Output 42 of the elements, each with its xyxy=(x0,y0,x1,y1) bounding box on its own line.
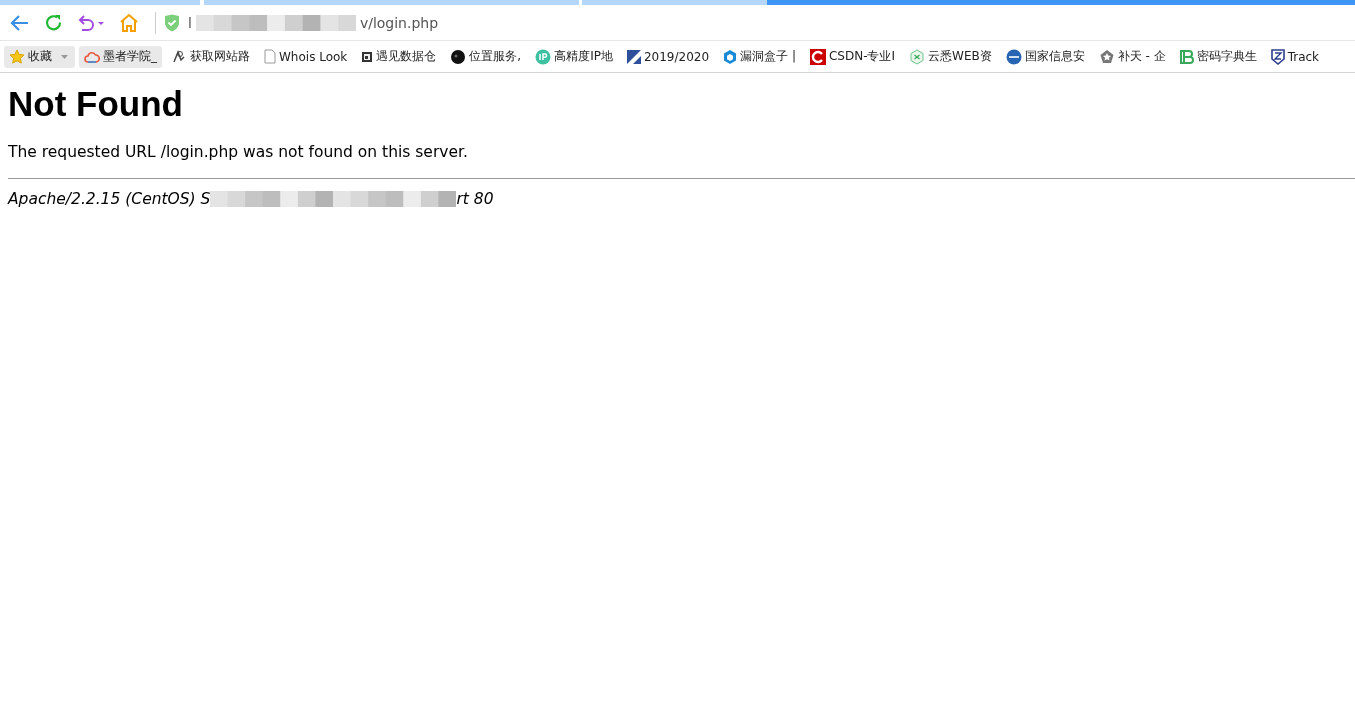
picture-icon xyxy=(361,50,374,63)
bookmark[interactable]: 国家信息安 xyxy=(1000,45,1090,68)
bookmark[interactable]: 高精度IP地 xyxy=(530,45,618,68)
star-icon xyxy=(9,48,25,65)
bookmark[interactable]: CSDN-专业I xyxy=(804,45,900,68)
ip-icon xyxy=(535,48,552,65)
cloud-icon xyxy=(84,49,100,64)
bookmark[interactable]: 漏洞盒子 | xyxy=(718,45,801,68)
hexagon-icon xyxy=(723,48,738,65)
refresh-icon[interactable] xyxy=(44,13,63,32)
url-text: l xyxy=(188,14,192,31)
shield-icon xyxy=(1270,48,1285,65)
server-signature: rt 80 xyxy=(456,189,494,209)
bookmark[interactable]: 获取网站路 xyxy=(166,45,255,68)
flag-icon xyxy=(626,49,641,64)
bookmark[interactable]: 补天 - 企 xyxy=(1093,45,1171,68)
bookmark[interactable]: 2019/2020 xyxy=(621,45,715,68)
url-text: v/login.php xyxy=(359,14,439,31)
globe-icon xyxy=(1005,48,1022,65)
bookmarks-folder[interactable]: 收藏 xyxy=(4,45,75,68)
letter-icon xyxy=(1179,48,1194,65)
document-icon xyxy=(264,49,276,64)
blob-icon xyxy=(450,48,467,65)
shield-icon xyxy=(164,13,180,32)
page-heading: Not Found xyxy=(8,83,184,125)
star-icon xyxy=(1098,48,1115,65)
bookmark[interactable]: Whois Look xyxy=(259,45,353,68)
back-icon[interactable] xyxy=(10,13,30,32)
hexagon-icon xyxy=(909,48,925,65)
undo-icon[interactable] xyxy=(77,13,105,32)
error-message: The requested URL /login.php was not found on this server. xyxy=(8,142,469,162)
dropdown-icon xyxy=(61,54,68,59)
logo-icon xyxy=(809,48,826,65)
server-signature: Apache/2.2.15 (CentOS) S xyxy=(8,189,211,209)
bookmark[interactable]: 云悉WEB资 xyxy=(904,45,997,68)
home-icon[interactable] xyxy=(119,13,139,32)
bookmark[interactable]: 遇见数据仓 xyxy=(356,45,442,68)
hook-icon xyxy=(171,48,187,65)
bookmark[interactable]: Track xyxy=(1265,45,1325,68)
bookmark[interactable]: 位置服务, xyxy=(445,45,527,68)
bookmark[interactable]: 墨者学院_ xyxy=(79,45,162,68)
bookmark[interactable]: 密码字典生 xyxy=(1174,45,1262,68)
